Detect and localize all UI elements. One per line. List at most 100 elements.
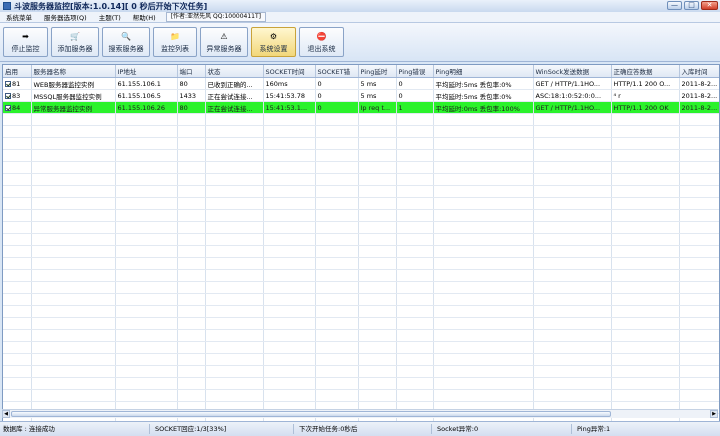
col-ping-detail[interactable]: Ping明细 xyxy=(433,65,534,78)
col-enabled[interactable]: 启用 xyxy=(3,65,32,78)
maximize-button[interactable]: □ xyxy=(684,1,699,10)
exit-system-button[interactable]: ⛔ 退出系统 xyxy=(299,27,344,57)
enabled-cell[interactable]: 84 xyxy=(3,101,32,114)
empty-cell xyxy=(115,173,178,186)
empty-cell xyxy=(177,173,206,186)
empty-cell xyxy=(3,245,32,258)
empty-cell xyxy=(533,185,612,198)
empty-cell xyxy=(611,377,680,390)
col-status[interactable]: 状态 xyxy=(205,65,264,78)
cell-socket-time: 160ms xyxy=(263,77,316,90)
stop-monitor-button[interactable]: ➡ 停止监控 xyxy=(3,27,48,57)
empty-cell xyxy=(433,377,534,390)
enabled-cell[interactable]: 83 xyxy=(3,89,32,102)
col-time[interactable]: 入库时间 xyxy=(679,65,719,78)
col-port[interactable]: 端口 xyxy=(177,65,206,78)
scroll-left-icon[interactable]: ◀ xyxy=(2,410,10,418)
empty-cell xyxy=(679,125,719,138)
empty-cell xyxy=(679,257,719,270)
empty-cell xyxy=(315,329,359,342)
empty-cell xyxy=(177,293,206,306)
table-row[interactable]: 81 WEB服务器监控实例 61.155.106.1 80 已收到正确的... … xyxy=(3,77,719,90)
empty-cell xyxy=(533,137,612,150)
empty-cell xyxy=(315,221,359,234)
empty-cell xyxy=(396,293,434,306)
empty-row xyxy=(3,209,719,222)
monitor-list-button[interactable]: 📁 监控列表 xyxy=(153,27,197,57)
empty-cell xyxy=(177,329,206,342)
empty-cell xyxy=(433,233,534,246)
empty-cell xyxy=(679,221,719,234)
monitor-list-label: 监控列表 xyxy=(161,45,189,53)
col-reply[interactable]: 正确应答数据 xyxy=(611,65,680,78)
empty-cell xyxy=(433,269,534,282)
empty-cell xyxy=(263,329,316,342)
empty-row xyxy=(3,329,719,342)
col-server-name[interactable]: 服务器名称 xyxy=(31,65,116,78)
empty-cell xyxy=(611,353,680,366)
scroll-right-icon[interactable]: ▶ xyxy=(710,410,718,418)
menu-server-options[interactable]: 服务器选项(Q) xyxy=(38,12,93,22)
col-ip[interactable]: IP地址 xyxy=(115,65,178,78)
horizontal-scrollbar[interactable]: ◀ ▶ xyxy=(2,409,718,418)
empty-cell xyxy=(433,149,534,162)
empty-cell xyxy=(177,209,206,222)
menu-help[interactable]: 帮助(H) xyxy=(127,12,162,22)
empty-cell xyxy=(679,269,719,282)
empty-cell xyxy=(611,293,680,306)
empty-cell xyxy=(433,197,534,210)
scroll-thumb[interactable] xyxy=(11,411,611,417)
add-server-button[interactable]: 🛒 添加服务器 xyxy=(51,27,99,57)
empty-cell xyxy=(177,317,206,330)
enabled-checkbox[interactable] xyxy=(5,104,11,111)
empty-cell xyxy=(263,233,316,246)
col-socket-time[interactable]: SOCKET时间 xyxy=(263,65,316,78)
close-button[interactable]: ✕ xyxy=(701,1,718,10)
col-ping-err[interactable]: Ping错误 xyxy=(396,65,434,78)
col-winsock[interactable]: WinSock发送数据 xyxy=(533,65,612,78)
empty-cell xyxy=(396,221,434,234)
cell-reply: HTTP/1.1 200 O... xyxy=(611,77,680,90)
empty-cell xyxy=(3,221,32,234)
row-id: 84 xyxy=(12,103,21,112)
empty-cell xyxy=(31,137,116,150)
empty-cell xyxy=(396,114,434,126)
empty-cell xyxy=(205,317,264,330)
empty-cell xyxy=(396,209,434,222)
system-settings-button[interactable]: ⚙ 系统设置 xyxy=(251,27,296,57)
empty-cell xyxy=(679,341,719,354)
empty-cell xyxy=(533,377,612,390)
empty-cell xyxy=(433,305,534,318)
cell-ping-detail: 平均延时:0ms 丢包率:100% xyxy=(433,101,534,114)
empty-cell xyxy=(611,209,680,222)
empty-cell xyxy=(611,389,680,402)
server-grid[interactable]: 启用 服务器名称 IP地址 端口 状态 SOCKET时间 SOCKET错 Pin… xyxy=(2,64,720,422)
col-ping-delay[interactable]: Ping延时 xyxy=(358,65,397,78)
table-row-selected[interactable]: 84 异常服务器监控实例 61.155.106.26 80 正在尝试连接... … xyxy=(3,101,719,114)
empty-cell xyxy=(263,185,316,198)
empty-cell xyxy=(205,114,264,126)
minimize-button[interactable]: — xyxy=(667,1,682,10)
gear-icon: ⚙ xyxy=(269,32,278,41)
abnormal-server-button[interactable]: ⚠ 异常服务器 xyxy=(200,27,248,57)
enabled-checkbox[interactable] xyxy=(5,92,11,99)
empty-cell xyxy=(31,221,116,234)
empty-cell xyxy=(115,305,178,318)
col-socket-err[interactable]: SOCKET错 xyxy=(315,65,359,78)
empty-cell xyxy=(396,389,434,402)
menu-system[interactable]: 系统菜单 xyxy=(0,12,38,22)
empty-cell xyxy=(358,353,397,366)
empty-cell xyxy=(315,305,359,318)
search-server-button[interactable]: 🔍 搜索服务器 xyxy=(102,27,150,57)
empty-cell xyxy=(315,233,359,246)
empty-cell xyxy=(358,293,397,306)
empty-cell xyxy=(396,233,434,246)
empty-cell xyxy=(396,281,434,294)
enabled-checkbox[interactable] xyxy=(5,80,11,87)
enabled-cell[interactable]: 81 xyxy=(3,77,32,90)
empty-cell xyxy=(31,365,116,378)
menu-theme[interactable]: 主题(T) xyxy=(93,12,127,22)
pause-icon: ➡ xyxy=(22,32,29,41)
table-row[interactable]: 83 MSSQL服务器监控实例 61.155.106.5 1433 正在尝试连接… xyxy=(3,89,719,102)
empty-cell xyxy=(533,257,612,270)
